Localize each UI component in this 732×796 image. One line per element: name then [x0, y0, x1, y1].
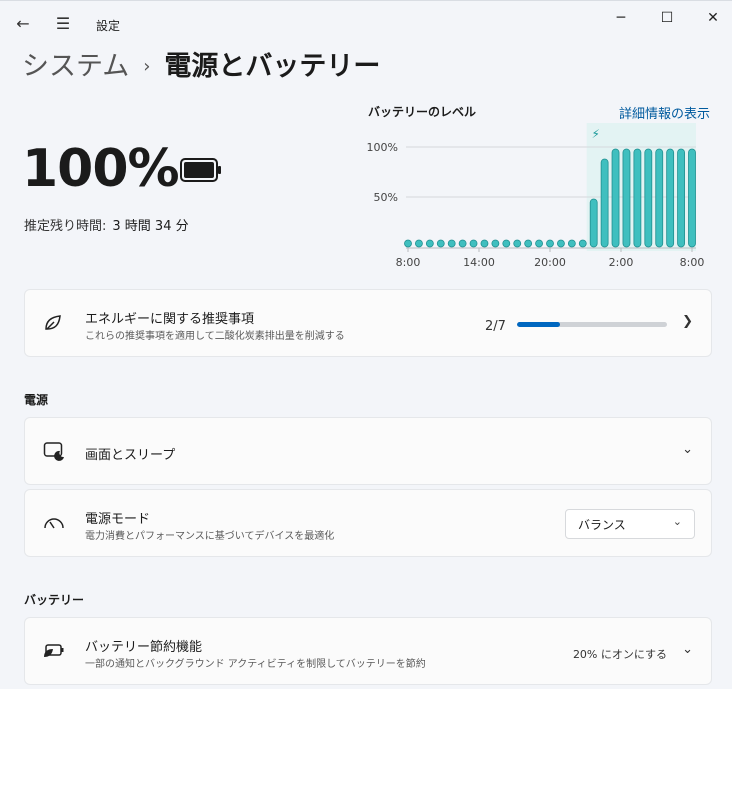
battery-saver-status: 20% にオンにする [572, 648, 667, 661]
leaf-icon [45, 315, 61, 330]
recommendations-progress-fill [517, 322, 560, 327]
battery-saver-icon [44, 644, 64, 657]
battery-level-bar [622, 148, 631, 248]
battery-level-bar [600, 158, 609, 248]
battery-level-bar [425, 239, 434, 248]
power-mode-title: 電源モード [85, 512, 151, 527]
x-tick-label: 2:00 [609, 256, 634, 269]
battery-level-chart: ⚡ 100% 50% 8:00 14:00 20:00 2:00 8:00 [367, 123, 705, 269]
remaining-time-label: 推定残り時間: [24, 219, 107, 234]
y-tick-label: 100% [367, 141, 398, 154]
battery-saver-card[interactable]: バッテリー節約機能 一部の通知とバックグラウンド アクティビティを制限してバッテ… [24, 617, 712, 685]
battery-level-bar [535, 239, 543, 248]
battery-level-bar [633, 148, 642, 248]
battery-level-bar [611, 148, 620, 248]
battery-level-bar [557, 239, 565, 248]
remaining-time: 推定残り時間: 3 時間 34 分 [24, 215, 189, 234]
energy-recommendations-title: エネルギーに関する推奨事項 [85, 312, 255, 327]
chevron-down-icon: ⌄ [672, 515, 682, 528]
y-tick-label: 50% [374, 191, 398, 204]
gauge-icon [44, 518, 64, 529]
minimize-button[interactable]: ─ [598, 5, 644, 31]
battery-level-bar [666, 148, 675, 248]
battery-level-bar [513, 239, 522, 248]
details-link[interactable]: 詳細情報の表示 [619, 103, 710, 122]
power-mode-subtitle: 電力消費とパフォーマンスに基づいてデバイスを最適化 [85, 531, 335, 542]
battery-level-bar [404, 239, 412, 248]
battery-saver-title: バッテリー節約機能 [85, 640, 203, 655]
window-title: 設定 [96, 19, 121, 33]
battery-level-bar [655, 148, 664, 248]
battery-level-bar [677, 148, 685, 248]
charging-bolt-icon: ⚡ [591, 127, 599, 141]
battery-percentage: 100% [22, 139, 180, 199]
battery-level-bar [589, 198, 598, 248]
battery-level-bar [688, 148, 696, 248]
chevron-down-icon[interactable]: ⌄ [682, 442, 693, 457]
energy-recommendations-subtitle: これらの推奨事項を適用して二酸化炭素排出量を削減する [85, 331, 345, 342]
x-tick-label: 8:00 [396, 256, 421, 269]
battery-level-bar [447, 239, 456, 248]
chevron-down-icon[interactable]: ⌄ [682, 642, 693, 657]
page-title: 電源とバッテリー [164, 51, 381, 82]
power-section-heading: 電源 [24, 393, 49, 407]
battery-level-bar [644, 148, 653, 248]
title-bar: ← ☰ 設定 ─ ☐ ✕ [0, 1, 732, 49]
battery-saver-subtitle: 一部の通知とバックグラウンド アクティビティを制限してバッテリーを節約 [85, 659, 426, 670]
screen-sleep-title: 画面とスリープ [85, 448, 176, 463]
breadcrumb-system[interactable]: システム [22, 51, 129, 82]
battery-level-bar [458, 239, 467, 248]
battery-level-title: バッテリーのレベル [368, 105, 477, 119]
battery-level-bar [578, 239, 587, 248]
remaining-time-value: 3 時間 34 分 [112, 219, 189, 234]
close-button[interactable]: ✕ [690, 5, 732, 31]
breadcrumb-separator: › [143, 56, 151, 77]
battery-level-bar [546, 239, 554, 248]
hamburger-menu-icon[interactable]: ☰ [52, 13, 74, 35]
x-tick-label: 8:00 [680, 256, 705, 269]
battery-level-bar [480, 239, 489, 248]
battery-full-icon [180, 158, 221, 182]
maximize-button[interactable]: ☐ [644, 5, 690, 31]
power-mode-selected: バランス [578, 518, 626, 532]
power-mode-card: 電源モード 電力消費とパフォーマンスに基づいてデバイスを最適化 バランス ⌄ [24, 489, 712, 557]
battery-level-bar [436, 239, 445, 248]
settings-window: ← ☰ 設定 ─ ☐ ✕ システム › 電源とバッテリー 100% 推定残り時間: 3… [0, 0, 732, 689]
recommendations-progress-bar [517, 322, 667, 327]
breadcrumb: システム › 電源とバッテリー [22, 49, 380, 85]
energy-recommendations-card[interactable]: エネルギーに関する推奨事項 これらの推奨事項を適用して二酸化炭素排出量を削減する… [24, 289, 712, 357]
recommendations-progress-label: 2/7 [485, 319, 506, 334]
x-tick-label: 20:00 [534, 256, 566, 269]
chevron-right-icon: ❯ [682, 314, 693, 329]
battery-level-bar [524, 239, 533, 248]
screen-sleep-card[interactable]: 画面とスリープ ⌄ [24, 417, 712, 485]
screen-sleep-icon [43, 442, 64, 461]
battery-level-bar [491, 239, 500, 248]
battery-level-bar [567, 239, 576, 248]
battery-section-heading: バッテリー [24, 593, 85, 607]
battery-level-bar [469, 239, 478, 248]
battery-level-bar [415, 239, 423, 248]
back-arrow-icon[interactable]: ← [12, 13, 34, 35]
power-mode-dropdown[interactable]: バランス ⌄ [565, 509, 695, 539]
battery-level-bar [502, 239, 511, 248]
x-tick-label: 14:00 [463, 256, 495, 269]
